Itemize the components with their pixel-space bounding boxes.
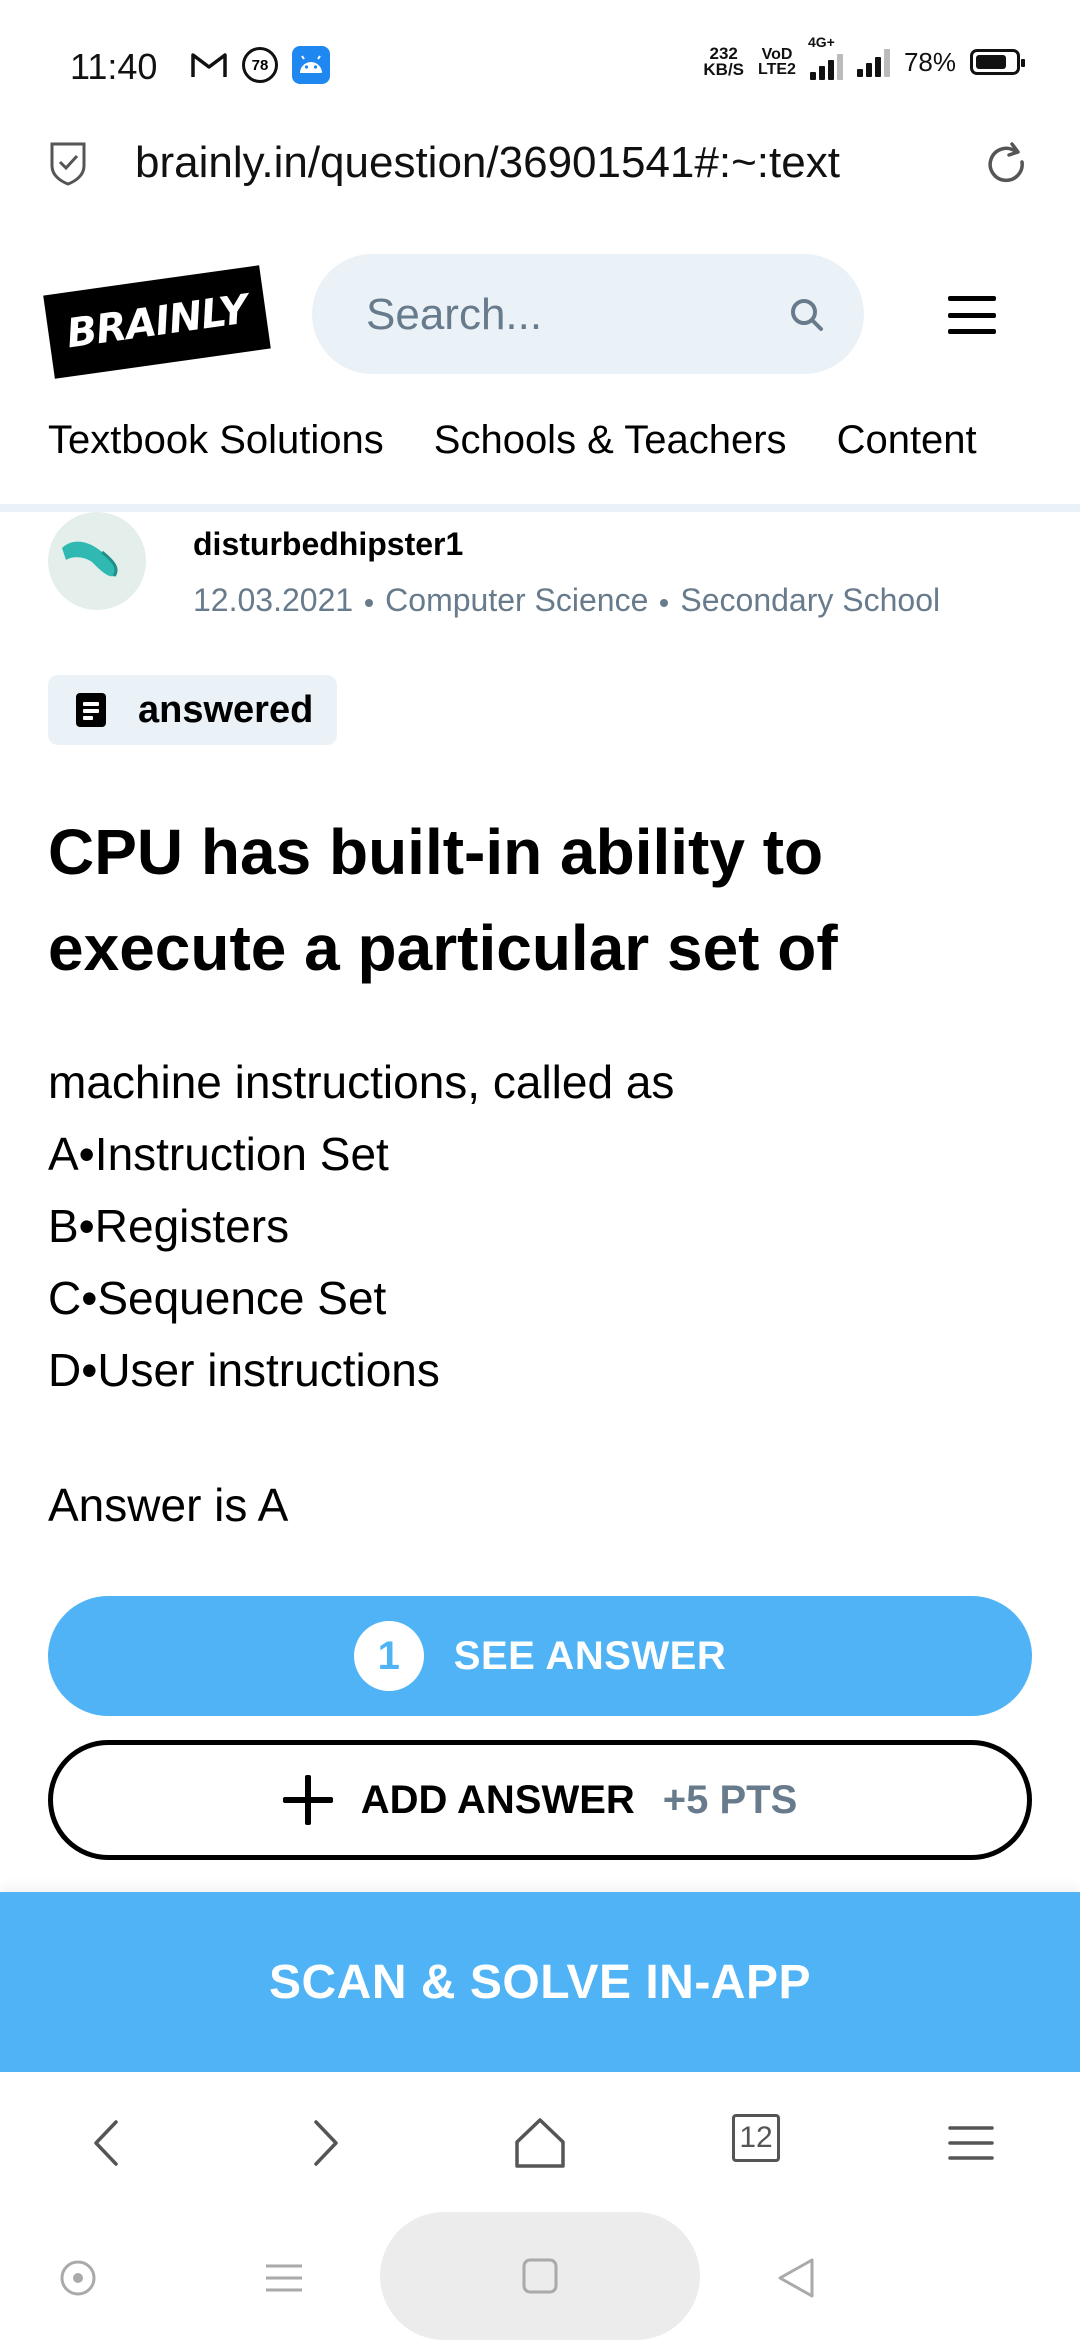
site-security-shield-icon[interactable] <box>48 140 88 186</box>
reload-icon[interactable] <box>982 140 1032 190</box>
scan-solve-banner[interactable]: SCAN & SOLVE IN-APP <box>0 1892 1080 2072</box>
see-answer-label: SEE ANSWER <box>453 1633 727 1678</box>
volte-indicator: VoD LTE2 <box>758 46 796 78</box>
signal-4g-icon: 4G+ <box>808 34 843 80</box>
see-answer-button[interactable]: 1 SEE ANSWER <box>48 1596 1032 1716</box>
tabs-count-button[interactable]: 12 <box>732 2114 780 2162</box>
status-badge-label: answered <box>138 688 314 731</box>
nav-divider <box>0 504 1080 512</box>
volte-bottom: LTE2 <box>758 61 796 78</box>
network-speed-unit: KB/S <box>703 60 745 79</box>
answer-count-badge: 1 <box>353 1621 424 1691</box>
home-square-icon <box>522 2258 558 2294</box>
status-bar: 11:40 78 232 KB/S VoD LTE2 4G+ 78% <box>0 0 1080 130</box>
notification-badge-icon: 78 <box>242 47 278 83</box>
meta-separator-dot <box>365 598 374 607</box>
add-answer-label: ADD ANSWER <box>360 1777 635 1822</box>
question-body: machine instructions, called as A•Instru… <box>48 1046 674 1406</box>
question-answer-hint: Answer is A <box>48 1479 289 1531</box>
notification-icons: 78 <box>190 46 330 84</box>
back-icon[interactable] <box>72 2108 142 2178</box>
volte-top: VoD <box>761 46 793 63</box>
meta-separator-dot <box>660 598 669 607</box>
home-icon[interactable] <box>505 2108 575 2178</box>
question-date: 12.03.2021 <box>193 582 354 618</box>
question-subject[interactable]: Computer Science <box>385 582 648 618</box>
forward-icon[interactable] <box>290 2108 360 2178</box>
question-body-line: machine instructions, called as <box>48 1056 675 1108</box>
question-body-line: B•Registers <box>48 1200 290 1252</box>
add-answer-points: +5 PTS <box>662 1777 798 1822</box>
status-time: 11:40 <box>70 46 158 87</box>
question-title: CPU has built-in ability to execute a pa… <box>48 816 838 984</box>
assistant-icon[interactable] <box>56 2256 100 2300</box>
question-level: Secondary School <box>680 582 941 618</box>
system-home-button[interactable] <box>380 2212 700 2340</box>
question-meta: 12.03.2021 Computer Science Secondary Scho… <box>193 582 940 619</box>
battery-level-fill <box>976 55 1006 69</box>
status-badge: answered <box>48 675 338 745</box>
nav-tab-content[interactable]: Content <box>837 418 977 463</box>
scan-solve-label: SCAN & SOLVE IN-APP <box>269 1955 811 2009</box>
brainly-logo[interactable]: BRAINLY <box>43 265 271 379</box>
author-name[interactable]: disturbedhipster1 <box>193 526 463 563</box>
network-speed: 232 KB/S <box>703 45 745 79</box>
recents-icon[interactable] <box>262 2256 306 2300</box>
avatar[interactable] <box>48 512 146 610</box>
system-navigation-bar <box>0 2212 1080 2340</box>
search-input[interactable]: Search... <box>312 254 864 374</box>
question-body-line: D•User instructions <box>48 1344 440 1396</box>
url-bar[interactable]: brainly.in/question/36901541#:~:text <box>0 130 1080 202</box>
battery-percent: 78% <box>903 46 956 77</box>
document-icon <box>76 693 106 727</box>
search-placeholder: Search... <box>366 290 543 339</box>
nav-tabs: Textbook Solutions Schools & Teachers Co… <box>48 418 977 463</box>
system-back-icon[interactable] <box>774 2254 818 2302</box>
gmail-icon <box>191 53 227 77</box>
address-field[interactable]: brainly.in/question/36901541#:~:text <box>135 138 945 188</box>
menu-icon[interactable] <box>948 296 996 334</box>
battery-icon <box>970 49 1025 75</box>
question-body-line: C•Sequence Set <box>48 1272 387 1324</box>
nav-tab-schools-teachers[interactable]: Schools & Teachers <box>434 418 787 463</box>
question-body-line: A•Instruction Set <box>48 1128 389 1180</box>
search-icon[interactable] <box>786 294 828 336</box>
plus-icon <box>282 1775 333 1825</box>
system-status-icons: 232 KB/S VoD LTE2 4G+ 78% <box>703 34 1025 80</box>
nav-tab-textbook-solutions[interactable]: Textbook Solutions <box>48 418 384 463</box>
avatar-image-icon <box>62 541 118 577</box>
browser-toolbar <box>0 2072 1080 2212</box>
signal-strength-icon <box>856 47 890 77</box>
android-icon <box>292 46 330 84</box>
browser-menu-icon[interactable] <box>936 2108 1006 2178</box>
site-header: BRAINLY Search... <box>0 240 1080 390</box>
network-type: 4G+ <box>807 34 835 50</box>
add-answer-button[interactable]: ADD ANSWER +5 PTS <box>48 1740 1032 1860</box>
